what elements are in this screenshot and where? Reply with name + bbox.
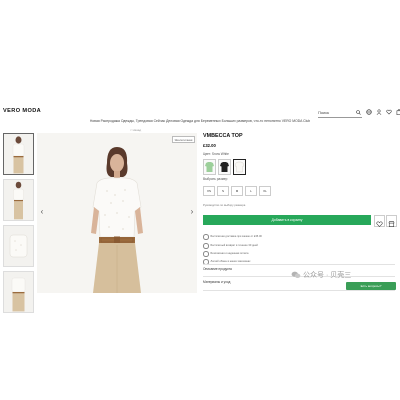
search-input[interactable]: Поиск [318,109,362,118]
color-swatch-green[interactable] [203,159,216,175]
size-selector: XS S M L XL [203,186,271,196]
user-icon[interactable] [376,109,382,115]
thumbnail-3[interactable] [3,225,34,267]
heart-icon [376,221,383,227]
thumbnail-2[interactable] [3,179,34,221]
size-option-s[interactable]: S [217,186,229,196]
product-price: £32.00 [203,143,216,148]
main-product-image[interactable]: ‹ › [37,133,197,293]
truck-icon [203,234,209,240]
size-option-xs[interactable]: XS [203,186,215,196]
add-to-cart-button[interactable]: Добавить в корзину [203,215,371,225]
heart-icon[interactable] [386,109,392,115]
info-line-2: Бесплатный возврат в течение 30 дней [203,243,258,249]
chat-button[interactable]: Есть вопросы? [346,282,396,290]
divider [203,264,395,265]
divider [203,290,395,291]
color-swatch-black[interactable] [218,159,231,175]
thumbnail-list [3,133,34,317]
thumbnail-4[interactable] [3,271,34,313]
thumbnail-1[interactable] [3,133,34,175]
size-guide-link[interactable]: Руководство по выбору размера [203,203,245,207]
store-icon [388,221,395,227]
info-line-1: Бесплатная доставка при заказе от £35.00 [203,234,262,240]
color-label: Цвет: Snow White [203,152,229,156]
bag-icon[interactable] [396,109,400,115]
accordion-materials[interactable]: Материалы и уход [203,280,230,284]
search-icon[interactable] [356,110,361,115]
search-label: Поиск [318,110,330,115]
lock-icon [203,251,209,257]
wishlist-button[interactable] [374,215,385,227]
info-line-3: Безопасная и надежная оплата [203,251,248,257]
breadcrumb[interactable]: < Назад [130,128,141,132]
size-option-m[interactable]: M [231,186,243,196]
return-icon [203,243,209,249]
globe-icon[interactable] [366,109,372,115]
color-swatches [203,159,246,175]
size-option-xl[interactable]: XL [259,186,271,196]
next-image-arrow[interactable]: › [188,207,196,217]
size-option-l[interactable]: L [245,186,257,196]
prev-image-arrow[interactable]: ‹ [38,207,46,217]
product-title: VMBECCA TOP [203,133,243,139]
wechat-icon [291,271,301,278]
main-navigation[interactable]: Новая Распродажа Одежды, Трендовая Сейча… [60,119,340,123]
watermark: 公众号 · 贝壳三 [291,270,351,280]
header-icons [366,109,400,115]
accordion-description[interactable]: Описание продукта [203,267,232,271]
store-button[interactable] [386,215,397,227]
size-label: Выбрать размер [203,177,228,181]
model-photo [37,133,197,293]
brand-logo[interactable]: VERO MODA [3,108,41,114]
color-swatch-white[interactable] [233,159,246,175]
eco-badge: Экологичная [172,136,195,143]
